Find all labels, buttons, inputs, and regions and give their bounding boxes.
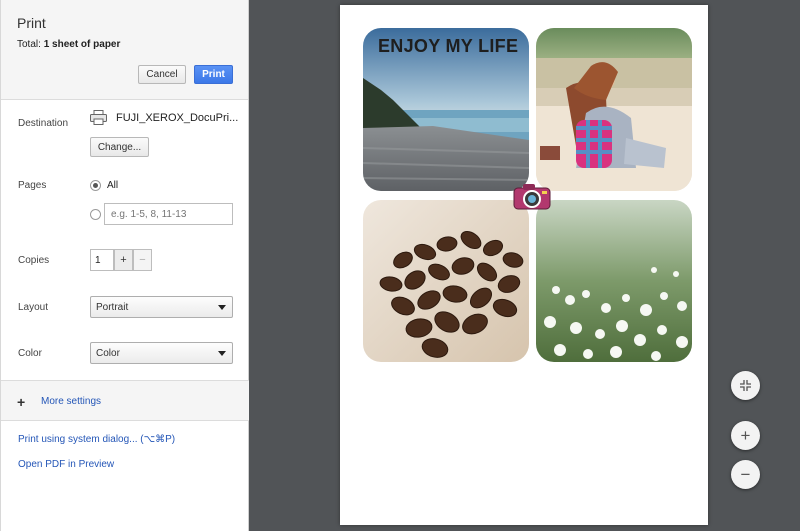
copies-input[interactable]	[90, 249, 114, 271]
zoom-in-button[interactable]: +	[731, 421, 760, 450]
printer-name: FUJI_XEROX_DocuPri...	[116, 112, 239, 124]
collage-headline: ENJOY MY LIFE	[378, 36, 519, 56]
copies-label: Copies	[18, 255, 50, 266]
coffee-beans-photo	[363, 200, 529, 362]
plus-icon: +	[17, 394, 26, 410]
more-settings-toggle[interactable]: + More settings	[1, 380, 249, 421]
fit-to-page-icon	[740, 380, 751, 391]
dialog-title: Print	[17, 15, 46, 31]
color-select[interactable]: Color	[90, 342, 233, 364]
zoom-out-button[interactable]: −	[731, 460, 760, 489]
total-value: 1 sheet of paper	[43, 39, 121, 50]
copies-increment-button[interactable]: +	[114, 249, 133, 271]
girl-on-beach-photo	[536, 28, 692, 191]
pages-all-label: All	[107, 180, 119, 191]
panel-header: Print Total: 1 sheet of paper Cancel Pri…	[1, 0, 248, 100]
open-pdf-link[interactable]: Open PDF in Preview	[18, 459, 114, 470]
color-label: Color	[18, 348, 42, 359]
white-flowers-photo	[536, 200, 692, 362]
system-dialog-link[interactable]: Print using system dialog... (⌥⌘P)	[18, 434, 175, 445]
pages-label: Pages	[18, 180, 47, 191]
change-destination-button[interactable]: Change...	[90, 137, 149, 157]
print-settings-panel: Print Total: 1 sheet of paper Cancel Pri…	[0, 0, 249, 531]
printer-icon	[90, 110, 107, 125]
layout-selected-value: Portrait	[96, 301, 129, 313]
pages-all-radio[interactable]	[90, 180, 101, 191]
pages-custom-radio[interactable]	[90, 209, 101, 220]
fit-to-page-button[interactable]	[731, 371, 760, 400]
print-button[interactable]: Print	[194, 65, 233, 84]
cancel-button[interactable]: Cancel	[138, 65, 186, 84]
total-sheets: Total: 1 sheet of paper	[17, 39, 120, 50]
chevron-down-icon	[218, 351, 226, 356]
chevron-down-icon	[218, 305, 226, 310]
destination-label: Destination	[18, 118, 69, 129]
more-settings-label: More settings	[41, 396, 102, 407]
layout-select[interactable]: Portrait	[90, 296, 233, 318]
color-selected-value: Color	[96, 347, 120, 359]
pages-range-input[interactable]	[104, 203, 233, 225]
total-prefix: Total:	[17, 39, 44, 50]
layout-label: Layout	[18, 302, 49, 313]
camera-icon	[513, 184, 551, 210]
copies-decrement-button[interactable]: −	[133, 249, 152, 271]
